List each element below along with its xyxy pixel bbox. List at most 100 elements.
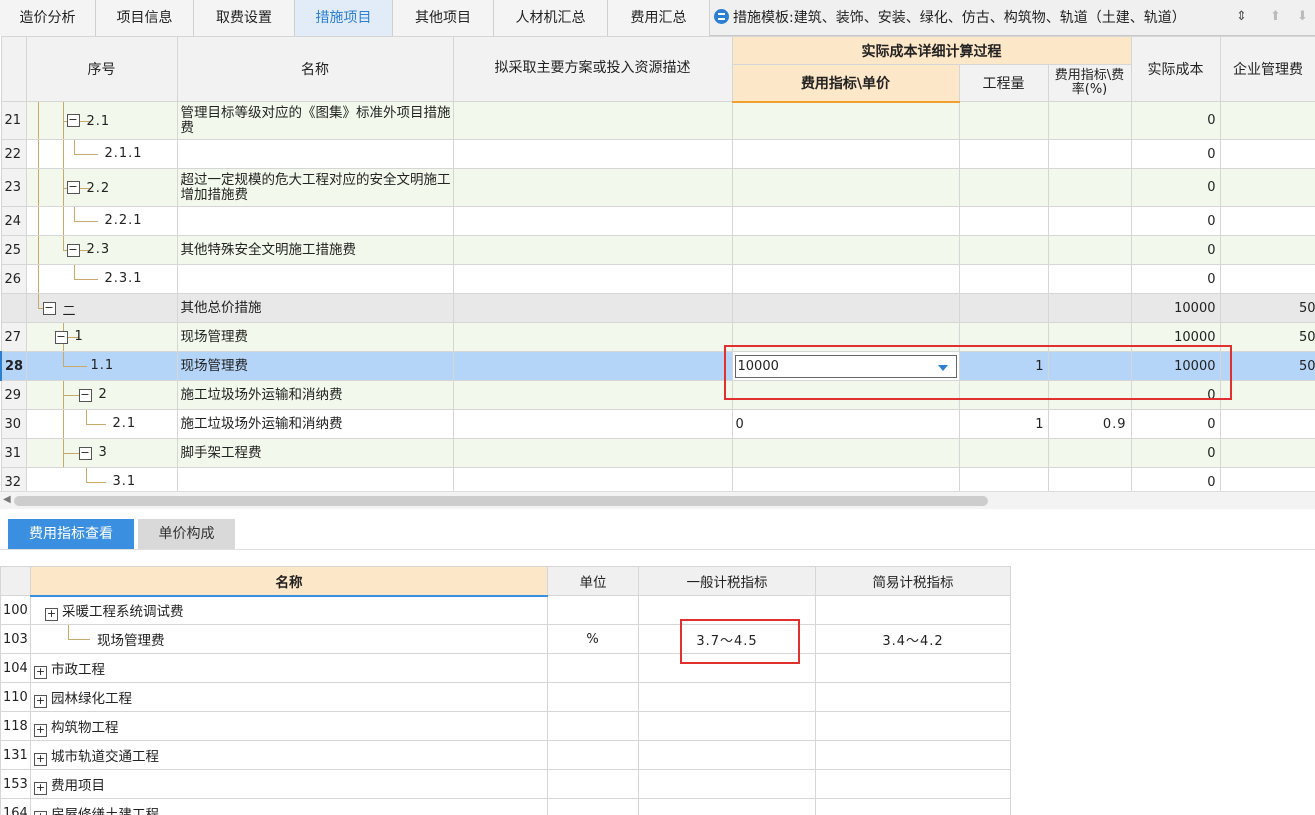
list-item[interactable]: 104 + 市政工程 xyxy=(0,653,1011,683)
scrollbar-thumb[interactable] xyxy=(14,496,988,506)
qty-cell[interactable]: 1 xyxy=(958,409,1049,439)
expand-icon[interactable]: + xyxy=(34,810,47,815)
table-row[interactable]: 23 − 2.2 超过一定规模的危大工程对应的安全文明施工增加措施费 0 xyxy=(0,168,1315,207)
qty-cell[interactable] xyxy=(958,264,1049,294)
tab-measures[interactable]: 措施项目 xyxy=(295,0,393,36)
collapse-icon[interactable]: − xyxy=(66,244,80,257)
desc-cell[interactable] xyxy=(452,168,733,207)
list-item[interactable]: 103 现场管理费 % 3.7～4.5 3.4～4.2 xyxy=(0,624,1011,654)
move-down-icon[interactable]: ⬇ xyxy=(1297,9,1308,24)
move-up-icon[interactable]: ⬆ xyxy=(1270,9,1281,24)
list-item[interactable]: 100 + 采暖工程系统调试费 xyxy=(0,595,1011,625)
row-number: 110 xyxy=(0,682,31,712)
mgmt-cell: 50 xyxy=(1219,322,1315,352)
table-row[interactable]: 24 2.2.1 0 xyxy=(0,206,1315,236)
price-cell[interactable] xyxy=(731,264,960,294)
desc-cell[interactable] xyxy=(452,101,733,140)
seq-cell: 2.3.1 xyxy=(25,264,178,294)
table-row[interactable]: 25 − 2.3 其他特殊安全文明施工措施费 0 xyxy=(0,235,1315,265)
collapse-icon[interactable]: − xyxy=(78,447,92,460)
expand-icon[interactable]: + xyxy=(34,694,47,708)
rate-cell[interactable] xyxy=(1047,101,1132,140)
desc-cell[interactable] xyxy=(452,380,733,410)
desc-cell[interactable] xyxy=(452,139,733,169)
desc-cell[interactable] xyxy=(452,206,733,236)
desc-cell[interactable] xyxy=(452,351,733,381)
table-row[interactable]: 30 2.1 施工垃圾场外运输和消纳费 0 1 0.9 0 xyxy=(0,409,1315,439)
rate-cell[interactable] xyxy=(1047,438,1132,468)
price-cell[interactable]: 0 xyxy=(731,409,960,439)
simple-tax-cell xyxy=(815,682,1011,712)
list-item[interactable]: 131 + 城市轨道交通工程 xyxy=(0,740,1011,770)
price-cell[interactable] xyxy=(731,139,960,169)
collapse-icon[interactable]: − xyxy=(66,181,80,194)
expand-icon[interactable]: + xyxy=(45,607,58,621)
qty-cell[interactable] xyxy=(958,206,1049,236)
scroll-left-icon[interactable]: ◀ xyxy=(3,494,11,505)
collapse-icon[interactable]: − xyxy=(66,114,80,127)
row-number: 118 xyxy=(0,711,31,741)
qty-cell[interactable] xyxy=(958,168,1049,207)
qty-cell[interactable] xyxy=(958,139,1049,169)
list-item[interactable]: 110 + 园林绿化工程 xyxy=(0,682,1011,712)
rate-cell[interactable] xyxy=(1047,168,1132,207)
price-cell[interactable] xyxy=(731,101,960,140)
table-row[interactable]: 26 2.3.1 0 xyxy=(0,264,1315,294)
table-row[interactable]: 21 − 2.1 管理目标等级对应的《图集》标准外项目措施费 0 xyxy=(0,101,1315,140)
price-cell[interactable] xyxy=(731,438,960,468)
desc-cell[interactable] xyxy=(452,264,733,294)
qty-cell[interactable] xyxy=(958,101,1049,140)
seq-cell: 2.2.1 xyxy=(25,206,178,236)
expand-icon[interactable]: + xyxy=(34,752,47,766)
desc-cell[interactable] xyxy=(452,322,733,352)
column-settings-icon[interactable]: ⇕ xyxy=(1236,9,1247,24)
tab-cost-analysis[interactable]: 造价分析 xyxy=(0,0,96,36)
expand-icon[interactable]: + xyxy=(34,781,47,795)
collapse-icon[interactable]: − xyxy=(78,389,92,402)
expand-icon[interactable]: + xyxy=(34,665,47,679)
desc-cell[interactable] xyxy=(452,409,733,439)
fee-index-grid: 名称 单位 一般计税指标 简易计税指标 100 + 采暖工程系统调试费 103 现… xyxy=(0,566,1011,815)
measure-template-selector[interactable]: 措施模板:建筑、装饰、安装、绿化、仿古、构筑物、轨道（土建、轨道） xyxy=(714,0,1186,36)
tab-unit-price-composition[interactable]: 单价构成 xyxy=(138,519,235,550)
rate-cell[interactable] xyxy=(1047,293,1132,323)
tab-other-items[interactable]: 其他项目 xyxy=(393,0,494,36)
price-cell[interactable] xyxy=(731,293,960,323)
price-cell[interactable] xyxy=(731,168,960,207)
tab-fee-index-view[interactable]: 费用指标查看 xyxy=(8,519,134,550)
expand-icon[interactable]: + xyxy=(34,723,47,737)
item-name[interactable] xyxy=(176,264,454,294)
item-name[interactable] xyxy=(176,139,454,169)
rate-cell[interactable] xyxy=(1047,139,1132,169)
item-name[interactable] xyxy=(176,206,454,236)
price-cell[interactable] xyxy=(731,206,960,236)
seq-cell: − 1 xyxy=(25,322,178,352)
price-cell[interactable] xyxy=(731,235,960,265)
table-row[interactable]: − 二 其他总价措施 10000 50 xyxy=(0,293,1315,323)
tab-fee-settings[interactable]: 取费设置 xyxy=(194,0,295,36)
rate-cell[interactable] xyxy=(1047,235,1132,265)
header-unit: 单位 xyxy=(547,566,639,596)
horizontal-scrollbar[interactable]: ◀ xyxy=(0,491,1315,509)
tab-project-info[interactable]: 项目信息 xyxy=(96,0,194,36)
list-item[interactable]: 153 + 费用项目 xyxy=(0,769,1011,799)
qty-cell[interactable] xyxy=(958,235,1049,265)
row-number: 100 xyxy=(0,595,31,625)
rate-cell[interactable]: 0.9 xyxy=(1047,409,1132,439)
table-row[interactable]: 31 − 3 脚手架工程费 0 xyxy=(0,438,1315,468)
list-item[interactable]: 164 + 房屋修缮土建工程 xyxy=(0,798,1011,815)
rate-cell[interactable] xyxy=(1047,206,1132,236)
tab-fee-summary[interactable]: 费用汇总 xyxy=(608,0,710,36)
row-number: 22 xyxy=(0,139,27,169)
qty-cell[interactable] xyxy=(958,438,1049,468)
desc-cell[interactable] xyxy=(452,235,733,265)
desc-cell[interactable] xyxy=(452,438,733,468)
collapse-icon[interactable]: − xyxy=(54,331,68,344)
desc-cell[interactable] xyxy=(452,293,733,323)
collapse-icon[interactable]: − xyxy=(42,302,56,315)
qty-cell[interactable] xyxy=(958,293,1049,323)
list-item[interactable]: 118 + 构筑物工程 xyxy=(0,711,1011,741)
tab-labor-material-summary[interactable]: 人材机汇总 xyxy=(494,0,608,36)
rate-cell[interactable] xyxy=(1047,264,1132,294)
table-row[interactable]: 22 2.1.1 0 xyxy=(0,139,1315,169)
